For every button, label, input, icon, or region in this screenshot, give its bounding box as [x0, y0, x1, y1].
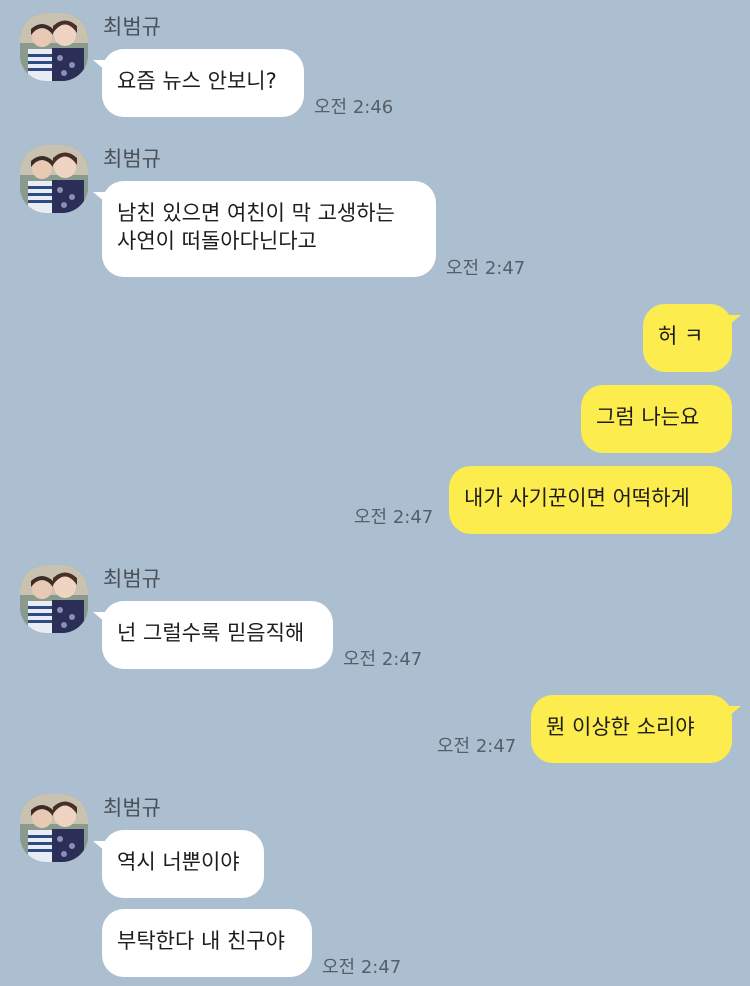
sender-name: 최범규 [103, 15, 161, 39]
avatar[interactable] [20, 13, 88, 81]
profile-photo-icon [20, 565, 88, 633]
message-text: 뭔 이상한 소리야 [546, 715, 695, 739]
sender-name: 최범규 [103, 147, 161, 171]
profile-photo-icon [20, 13, 88, 81]
message-text-line: 사연이 떠돌아다닌다고 [117, 229, 317, 253]
message-text: 내가 사기꾼이면 어떡하게 [464, 486, 690, 510]
message-bubble[interactable]: 부탁한다 내 친구야 [102, 909, 312, 977]
message-time: 오전 2:47 [322, 957, 402, 978]
message-time: 오전 2:47 [343, 649, 423, 670]
message-text: 허 ㅋ [658, 324, 704, 348]
message-bubble[interactable]: 뭔 이상한 소리야 [531, 695, 741, 763]
message-bubble[interactable]: 넌 그럴수록 믿음직해 [93, 601, 333, 669]
profile-photo-icon [20, 794, 88, 862]
message-text: 부탁한다 내 친구야 [117, 929, 285, 953]
profile-photo-icon [20, 145, 88, 213]
message-text: 역시 너뿐이야 [117, 850, 240, 874]
message-bubble[interactable]: 역시 너뿐이야 [93, 830, 264, 898]
message-bubble[interactable]: 요즘 뉴스 안보니? [93, 49, 304, 117]
message-bubble[interactable]: 그럼 나는요 [581, 385, 732, 453]
message-bubble[interactable]: 허 ㅋ [643, 304, 741, 372]
avatar[interactable] [20, 145, 88, 213]
message-text: 넌 그럴수록 믿음직해 [117, 621, 305, 645]
message-time: 오전 2:47 [437, 736, 517, 757]
avatar[interactable] [20, 794, 88, 862]
message-time: 오전 2:47 [446, 258, 526, 279]
message-text: 그럼 나는요 [596, 405, 700, 429]
message-time: 오전 2:46 [314, 97, 394, 118]
message-text-line: 남친 있으면 여친이 막 고생하는 [117, 201, 395, 225]
message-bubble[interactable]: 남친 있으면 여친이 막 고생하는 사연이 떠돌아다닌다고 [93, 181, 436, 277]
message-time: 오전 2:47 [354, 507, 434, 528]
sender-name: 최범규 [103, 796, 161, 820]
message-bubble[interactable]: 내가 사기꾼이면 어떡하게 [449, 466, 732, 534]
message-text: 요즘 뉴스 안보니? [117, 69, 277, 93]
sender-name: 최범규 [103, 567, 161, 591]
avatar[interactable] [20, 565, 88, 633]
